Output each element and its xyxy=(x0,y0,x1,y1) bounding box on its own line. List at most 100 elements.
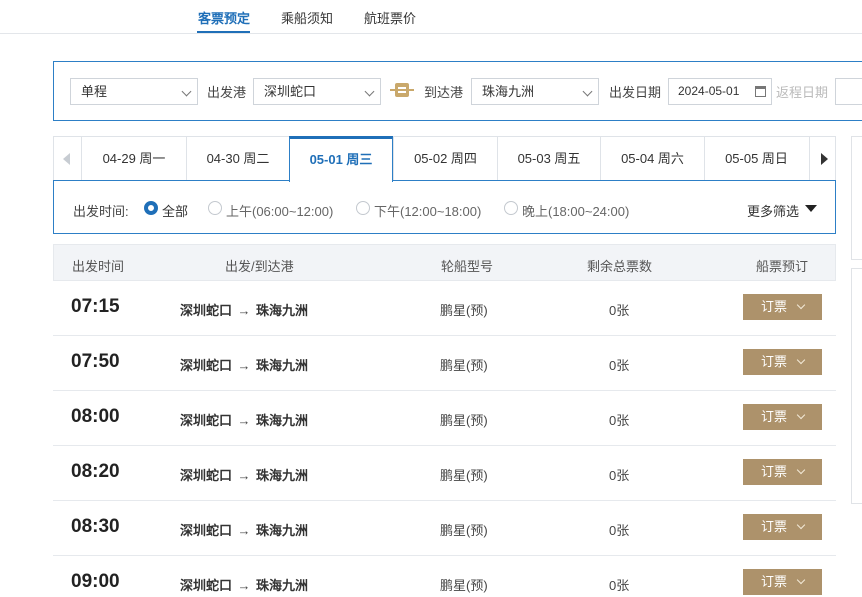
side-panel xyxy=(851,136,862,260)
route-to: 珠海九洲 xyxy=(256,578,309,593)
arrive-port-value: 珠海九洲 xyxy=(482,84,535,99)
return-date-input[interactable] xyxy=(835,78,862,105)
trip-type-select[interactable]: 单程 xyxy=(70,78,198,105)
tab-date-0505[interactable]: 05-05 周日 xyxy=(704,137,808,181)
depart-time: 07:50 xyxy=(71,351,120,372)
tab-date-0501[interactable]: 05-01 周三 xyxy=(289,136,393,182)
depart-date-label: 出发日期 xyxy=(609,85,662,100)
depart-port-select[interactable]: 深圳蛇口 xyxy=(253,78,381,105)
more-filters-button[interactable]: 更多筛选 xyxy=(747,201,817,220)
nav-active-underline xyxy=(197,31,250,33)
depart-port-label: 出发港 xyxy=(207,85,247,100)
book-ticket-button[interactable]: 订票 xyxy=(743,404,822,430)
tab-date-0429[interactable]: 04-29 周一 xyxy=(81,137,186,181)
book-ticket-button[interactable]: 订票 xyxy=(743,349,822,375)
route-to: 珠海九洲 xyxy=(256,523,309,538)
table-row: 09:00 深圳蛇口 → 珠海九洲 鹏星(预) 0张 订票 xyxy=(53,556,836,597)
route-from: 深圳蛇口 xyxy=(180,358,233,373)
route: 深圳蛇口 → 珠海九洲 xyxy=(180,355,308,374)
arrow-right-icon: → xyxy=(237,523,251,538)
arrive-port-label: 到达港 xyxy=(424,85,464,100)
arrow-right-icon: → xyxy=(237,303,251,318)
route: 深圳蛇口 → 珠海九洲 xyxy=(180,575,308,594)
tab-date-0430[interactable]: 04-30 周二 xyxy=(186,137,289,181)
swap-ports-icon[interactable] xyxy=(390,80,414,100)
filter-option-label: 上午(06:00~12:00) xyxy=(226,204,334,219)
col-remaining: 剩余总票数 xyxy=(587,259,653,274)
ship-model: 鹏星(预) xyxy=(440,358,488,373)
tab-date-0502[interactable]: 05-02 周四 xyxy=(393,137,497,181)
book-ticket-button[interactable]: 订票 xyxy=(743,569,822,595)
nav-boarding-notice[interactable]: 乘船须知 xyxy=(281,8,333,27)
route: 深圳蛇口 → 珠海九洲 xyxy=(180,465,308,484)
more-filters-label: 更多筛选 xyxy=(746,204,799,219)
search-bar: 单程 出发港 深圳蛇口 到达港 珠海九洲 出发日期 2024-05-01 返程日… xyxy=(53,61,862,121)
book-label: 订票 xyxy=(761,519,788,534)
trip-type-value: 单程 xyxy=(81,84,108,99)
book-label: 订票 xyxy=(761,299,788,314)
depart-time: 07:15 xyxy=(71,296,120,317)
remaining-tickets: 0张 xyxy=(609,358,630,373)
route-from: 深圳蛇口 xyxy=(180,303,233,318)
table-row: 07:15 深圳蛇口 → 珠海九洲 鹏星(预) 0张 订票 xyxy=(53,281,836,336)
table-row: 07:50 深圳蛇口 → 珠海九洲 鹏星(预) 0张 订票 xyxy=(53,336,836,391)
time-filter: 出发时间: 全部 上午(06:00~12:00) 下午(12:00~18:00)… xyxy=(53,180,836,234)
nav-ticket-booking[interactable]: 客票预定 xyxy=(198,8,250,27)
col-route: 出发/到达港 xyxy=(225,259,294,274)
route: 深圳蛇口 → 珠海九洲 xyxy=(180,520,308,539)
nav-fare-prices[interactable]: 航班票价 xyxy=(364,8,416,27)
col-ship-model: 轮船型号 xyxy=(441,259,494,274)
route-from: 深圳蛇口 xyxy=(180,523,233,538)
book-label: 订票 xyxy=(761,409,788,424)
chevron-down-icon xyxy=(796,575,806,585)
route-to: 珠海九洲 xyxy=(256,358,309,373)
route-from: 深圳蛇口 xyxy=(180,578,233,593)
calendar-icon[interactable] xyxy=(755,86,766,97)
depart-time: 08:00 xyxy=(71,406,120,427)
filter-option-label: 下午(12:00~18:00) xyxy=(374,204,482,219)
route-from: 深圳蛇口 xyxy=(180,413,233,428)
prev-dates-button[interactable] xyxy=(54,137,81,181)
tab-date-0504[interactable]: 05-04 周六 xyxy=(600,137,704,181)
route: 深圳蛇口 → 珠海九洲 xyxy=(180,300,308,319)
remaining-tickets: 0张 xyxy=(609,413,630,428)
radio-icon xyxy=(504,201,518,215)
radio-checked-icon xyxy=(144,201,158,215)
chevron-down-icon xyxy=(796,465,806,475)
chevron-down-icon xyxy=(796,410,806,420)
depart-time: 08:20 xyxy=(71,461,120,482)
arrive-port-select[interactable]: 珠海九洲 xyxy=(471,78,599,105)
table-row: 08:00 深圳蛇口 → 珠海九洲 鹏星(预) 0张 订票 xyxy=(53,391,836,446)
radio-icon xyxy=(356,201,370,215)
ship-model: 鹏星(预) xyxy=(440,523,488,538)
book-ticket-button[interactable]: 订票 xyxy=(743,514,822,540)
next-dates-button[interactable] xyxy=(809,137,836,181)
chevron-down-icon xyxy=(181,86,192,97)
col-depart-time: 出发时间 xyxy=(72,259,125,274)
depart-date-value: 2024-05-01 xyxy=(678,84,740,98)
table-header: 出发时间 出发/到达港 轮船型号 剩余总票数 船票预订 xyxy=(53,244,836,281)
top-nav: 客票预定 乘船须知 航班票价 xyxy=(0,0,862,34)
book-ticket-button[interactable]: 订票 xyxy=(743,294,822,320)
depart-time: 08:30 xyxy=(71,516,120,537)
route-from: 深圳蛇口 xyxy=(180,468,233,483)
route: 深圳蛇口 → 珠海九洲 xyxy=(180,410,308,429)
route-to: 珠海九洲 xyxy=(256,303,309,318)
depart-port-value: 深圳蛇口 xyxy=(264,84,317,99)
table-row: 08:30 深圳蛇口 → 珠海九洲 鹏星(预) 0张 订票 xyxy=(53,501,836,556)
book-label: 订票 xyxy=(761,574,788,589)
remaining-tickets: 0张 xyxy=(609,523,630,538)
arrow-right-icon: → xyxy=(237,468,251,483)
ship-model: 鹏星(预) xyxy=(440,303,488,318)
book-label: 订票 xyxy=(761,464,788,479)
tab-date-0503[interactable]: 05-03 周五 xyxy=(497,137,600,181)
book-ticket-button[interactable]: 订票 xyxy=(743,459,822,485)
ship-model: 鹏星(预) xyxy=(440,413,488,428)
return-date-label: 返程日期 xyxy=(776,85,829,100)
depart-date-input[interactable]: 2024-05-01 xyxy=(668,78,772,105)
book-label: 订票 xyxy=(761,354,788,369)
chevron-down-icon xyxy=(582,86,593,97)
arrow-right-icon: → xyxy=(237,578,251,593)
date-tabs: 04-29 周一 04-30 周二 05-01 周三 05-02 周四 05-0… xyxy=(53,136,836,182)
remaining-tickets: 0张 xyxy=(609,468,630,483)
